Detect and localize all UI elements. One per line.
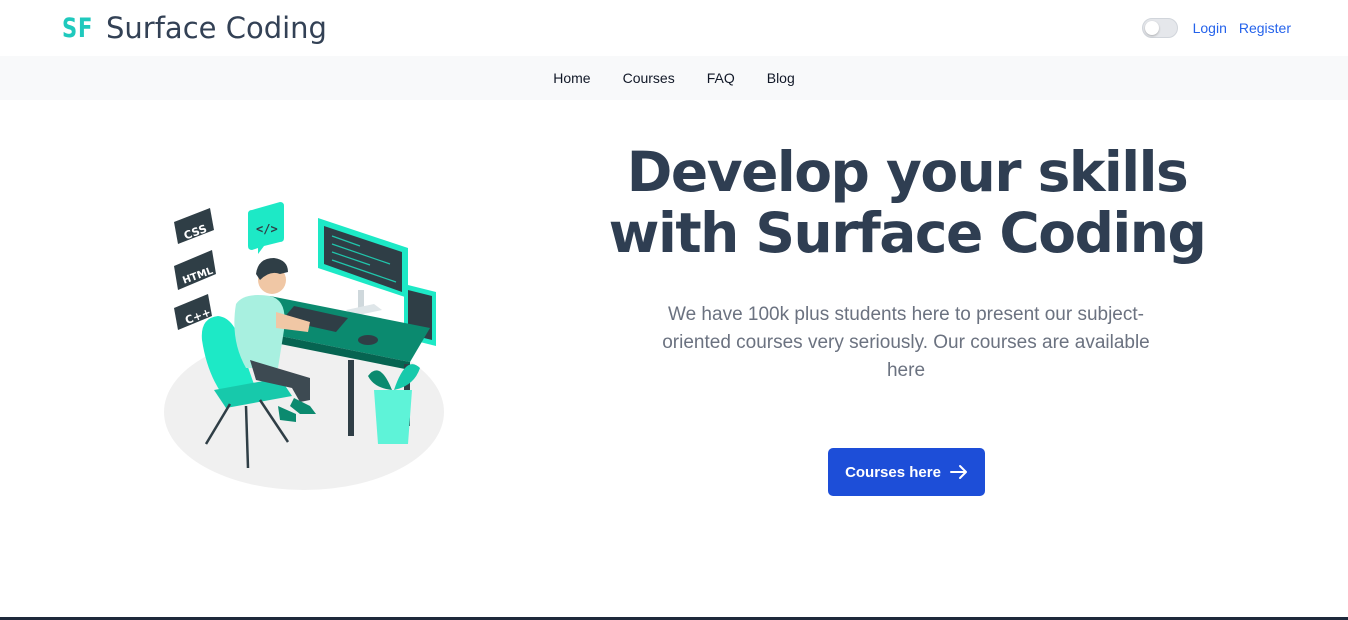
nav-home[interactable]: Home [553,70,590,86]
dark-mode-toggle[interactable] [1141,18,1178,38]
hero-subtitle: We have 100k plus students here to prese… [662,304,1150,381]
main-navigation: Home Courses FAQ Blog [0,56,1348,100]
courses-cta-button[interactable]: Courses here [828,448,985,496]
nav-courses[interactable]: Courses [623,70,675,86]
code-bubble-icon: </> [248,202,284,254]
nav-faq[interactable]: FAQ [707,70,735,86]
register-link[interactable]: Register [1239,20,1291,36]
hero-illustration: CSS HTML C++ </> [160,200,450,495]
svg-text:</>: </> [256,222,278,236]
toggle-knob [1144,21,1159,35]
login-link[interactable]: Login [1193,20,1227,36]
html-tag-icon: HTML [174,250,216,290]
logo-mark: SF [62,12,94,44]
arrow-right-icon [949,464,968,480]
site-name: Surface Coding [106,11,327,45]
hero-title: Develop your skills with Surface Coding [608,140,1207,265]
top-header: SF Surface Coding Login Register [0,0,1348,56]
nav-blog[interactable]: Blog [767,70,795,86]
developer-at-desk-illustration: CSS HTML C++ </> [164,202,444,490]
cta-label: Courses here [845,463,941,481]
auth-controls: Login Register [1141,18,1291,38]
brand-logo[interactable]: SF Surface Coding [62,11,327,45]
css-tag-icon: CSS [174,208,214,244]
